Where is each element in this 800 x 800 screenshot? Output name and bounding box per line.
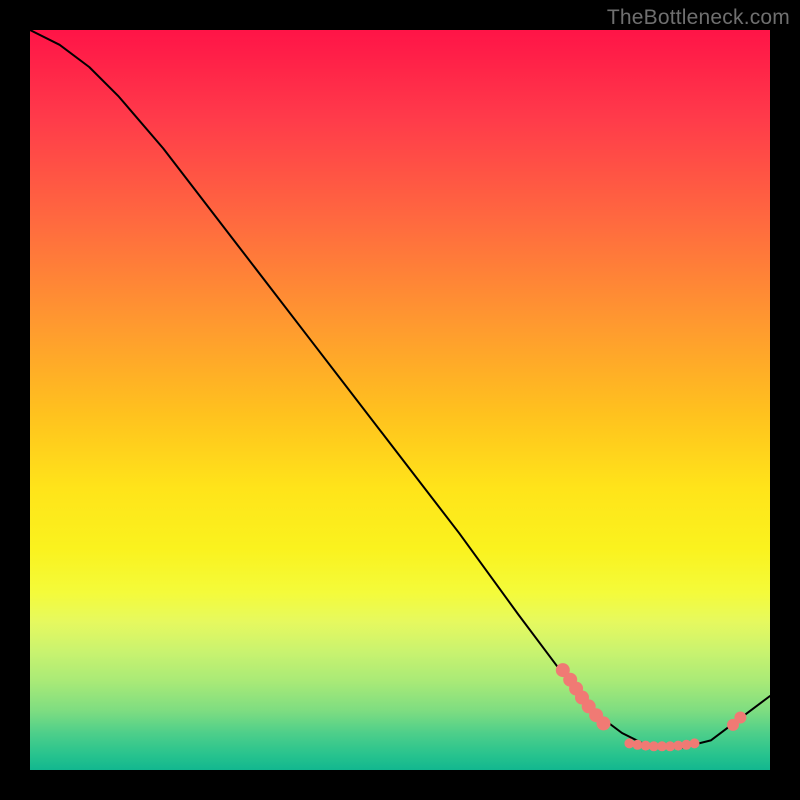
curve-layer — [30, 30, 770, 748]
chart-frame: TheBottleneck.com — [0, 0, 800, 800]
points-layer — [556, 663, 747, 751]
watermark-text: TheBottleneck.com — [607, 6, 790, 30]
bottleneck-curve — [30, 30, 770, 748]
data-point — [690, 738, 700, 748]
plot-area — [30, 30, 770, 770]
data-point — [597, 716, 611, 730]
chart-svg — [30, 30, 770, 770]
data-point — [734, 712, 746, 724]
